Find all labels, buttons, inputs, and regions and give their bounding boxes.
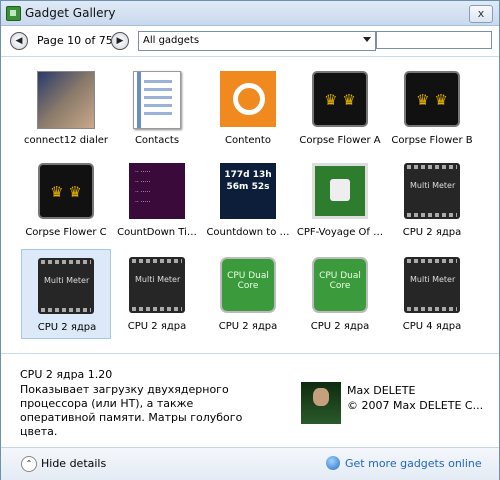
- chip-icon-text: Multi Meter: [135, 275, 181, 284]
- gadget-tile[interactable]: Multi Meter CPU 2 ядра: [387, 155, 477, 245]
- gadget-tile[interactable]: Contento: [203, 63, 293, 153]
- author-name: Max DELETE: [347, 384, 416, 397]
- gadget-label: Corpse Flower A: [299, 135, 381, 146]
- gadget-label: connect12 dialer: [23, 135, 109, 146]
- gadget-gallery-window: Gadget Gallery x ◀ Page 10 of 75 ▶ All g…: [0, 0, 500, 480]
- previous-page-button[interactable]: ◀: [10, 32, 28, 50]
- gadget-grid: connect12 dialer Contacts Contento ♛ ♛ C…: [1, 63, 499, 343]
- gadget-tile[interactable]: ♛ ♛ Corpse Flower C: [21, 155, 111, 245]
- search-input[interactable]: [376, 31, 492, 49]
- gadget-tile[interactable]: ♛ ♛ Corpse Flower A: [295, 63, 385, 153]
- title-bar: Gadget Gallery x: [1, 1, 499, 26]
- gadget-label: CPU 2 ядра: [310, 321, 370, 332]
- chip-icon-text: Multi Meter: [410, 181, 456, 190]
- chip-icon: Multi Meter: [38, 258, 94, 314]
- contento-icon: [220, 71, 276, 127]
- filter-value: All gadgets: [143, 35, 200, 46]
- gadget-label: Contacts: [134, 135, 180, 146]
- gadget-label: CPF-Voyage Of …: [296, 227, 384, 238]
- gadget-description: Показывает загрузку двухядерного процесс…: [20, 383, 243, 438]
- crown-icon: ♛ ♛: [312, 71, 368, 127]
- chip-icon: Multi Meter: [129, 257, 185, 313]
- window-title: Gadget Gallery: [25, 6, 116, 20]
- details-panel: CPU 2 ядра 1.20 Показывает загрузку двух…: [1, 353, 499, 446]
- chip-icon-text: Multi Meter: [410, 275, 456, 284]
- next-page-button[interactable]: ▶: [111, 32, 129, 50]
- chevron-up-icon[interactable]: ⌃: [21, 456, 37, 472]
- countdown-time-text: 177d 13h 56m 52s: [224, 170, 272, 192]
- crown-icon: ♛ ♛: [38, 163, 94, 219]
- countdown-clock-icon: 177d 13h 56m 52s: [220, 163, 276, 219]
- gadget-label: CPU 2 ядра: [127, 321, 187, 332]
- crown-icon: ♛ ♛: [404, 71, 460, 127]
- cpu-dual-core-icon: CPU Dual Core: [220, 257, 276, 313]
- connect12-dialer-icon: [37, 71, 95, 129]
- gadget-label: CountDown Ti…: [117, 227, 197, 238]
- gadget-label: Contento: [225, 135, 271, 146]
- close-button[interactable]: x: [469, 5, 493, 23]
- gadget-tile[interactable]: 177d 13h 56m 52s Countdown to …: [203, 155, 293, 245]
- gadget-label: Countdown to …: [206, 227, 290, 238]
- toolbar: ◀ Page 10 of 75 ▶ All gadgets: [1, 26, 499, 57]
- gadget-tile[interactable]: CPU Dual Core CPU 2 ядра: [295, 249, 385, 339]
- chip-icon: Multi Meter: [404, 163, 460, 219]
- gadget-gallery-icon: [6, 6, 21, 21]
- hide-details-button[interactable]: Hide details: [41, 457, 106, 470]
- gadget-label: CPU 2 ядра: [402, 227, 462, 238]
- gadget-label: Corpse Flower B: [391, 135, 473, 146]
- chip-icon-text: Multi Meter: [44, 276, 90, 285]
- page-indicator: Page 10 of 75: [37, 34, 113, 47]
- gadget-tile[interactable]: ♛ ♛ Corpse Flower B: [387, 63, 477, 153]
- gadget-title: CPU 2 ядра 1.20: [20, 368, 113, 381]
- gadget-tile[interactable]: CPU Dual Core CPU 2 ядра: [203, 249, 293, 339]
- copyright-text: © 2007 Max DELETE C...: [347, 399, 484, 412]
- globe-icon: [326, 456, 340, 470]
- chip-icon: Multi Meter: [404, 257, 460, 313]
- footer-bar: ⌃ Hide details Get more gadgets online: [1, 447, 499, 480]
- author-avatar: [301, 382, 341, 424]
- cpu-dual-core-icon: CPU Dual Core: [312, 257, 368, 313]
- gadget-label: CPU 2 ядра: [37, 322, 97, 333]
- gadget-tile-selected[interactable]: Multi Meter CPU 2 ядра: [21, 249, 111, 339]
- countdown-timer-icon: ·· ····· ·· ····· ·· ····· ·· ·····: [129, 163, 185, 219]
- gadget-label: CPU 4 ядра: [402, 321, 462, 332]
- gadget-tile[interactable]: ·· ····· ·· ····· ·· ····· ·· ····· CountD…: [112, 155, 202, 245]
- gadget-label: CPU 2 ядра: [218, 321, 278, 332]
- gadget-filter-dropdown[interactable]: All gadgets: [138, 31, 376, 51]
- gadget-tile[interactable]: Multi Meter CPU 4 ядра: [387, 249, 477, 339]
- chevron-down-icon: [363, 37, 371, 42]
- contacts-icon: [133, 71, 181, 129]
- voyage-of-life-icon: [312, 163, 368, 219]
- gadget-label: Corpse Flower C: [25, 227, 107, 238]
- gadget-tile[interactable]: CPF-Voyage Of …: [295, 155, 385, 245]
- gadget-tile[interactable]: Contacts: [112, 63, 202, 153]
- gadget-tile[interactable]: connect12 dialer: [21, 63, 111, 153]
- gadget-tile[interactable]: Multi Meter CPU 2 ядра: [112, 249, 202, 339]
- get-more-gadgets-link[interactable]: Get more gadgets online: [345, 457, 482, 470]
